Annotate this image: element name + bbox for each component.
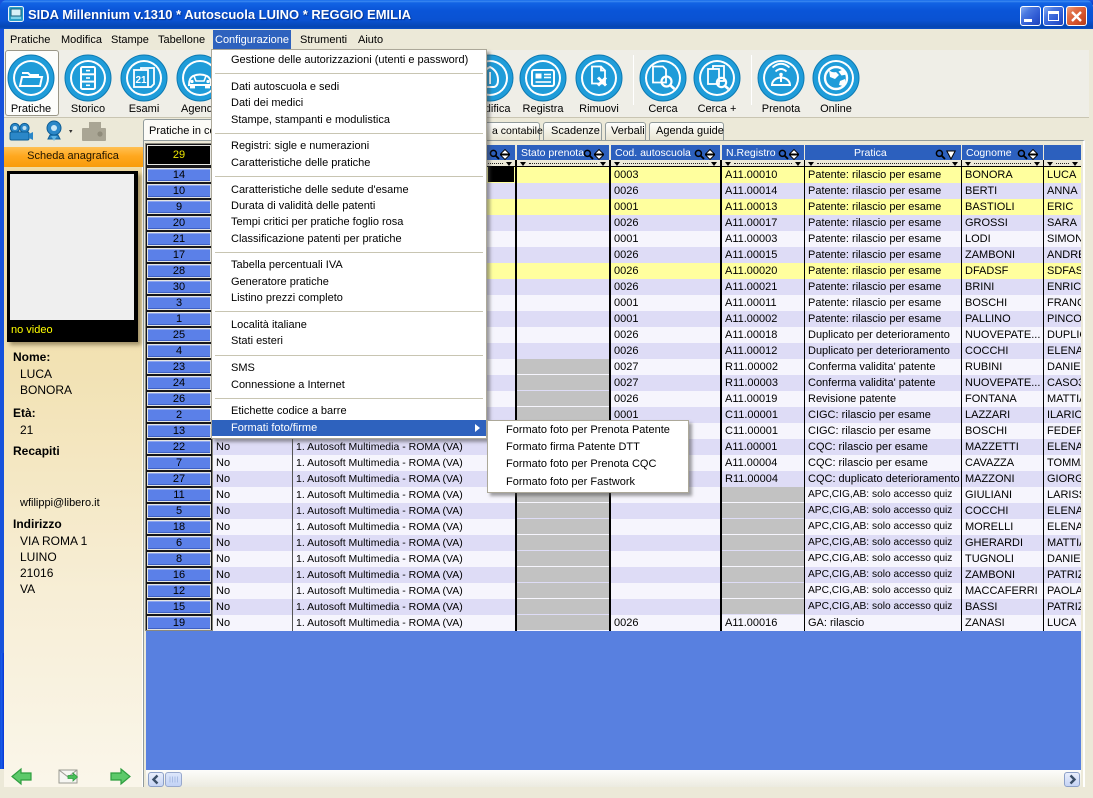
svg-text:21: 21 [135, 75, 147, 86]
